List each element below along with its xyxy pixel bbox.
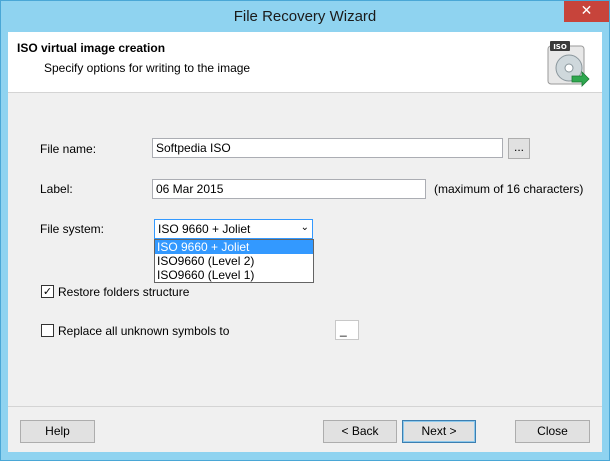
chevron-down-icon[interactable]: ⌄ xyxy=(301,222,309,233)
label-label: Label: xyxy=(40,182,73,196)
iso-icon-label: ISO xyxy=(553,43,567,51)
file-system-label: File system: xyxy=(40,222,105,236)
file-system-select[interactable]: ISO 9660 + Joliet ⌄ xyxy=(154,219,313,239)
replace-symbols-checkbox[interactable] xyxy=(41,324,54,337)
file-name-input[interactable]: Softpedia ISO xyxy=(152,138,503,158)
label-input[interactable]: 06 Mar 2015 xyxy=(152,179,426,199)
file-system-option[interactable]: ISO9660 (Level 2) xyxy=(155,254,313,268)
file-system-selected-value: ISO 9660 + Joliet xyxy=(158,222,251,236)
replace-symbols-label: Replace all unknown symbols to xyxy=(58,324,230,338)
file-name-label: File name: xyxy=(40,142,97,156)
file-system-option[interactable]: ISO 9660 + Joliet xyxy=(155,240,313,254)
window-title: File Recovery Wizard xyxy=(233,8,377,25)
close-button[interactable]: Close xyxy=(515,420,590,443)
page-title: ISO virtual image creation xyxy=(17,41,166,55)
file-system-dropdown: ISO 9660 + Joliet ISO9660 (Level 2) ISO9… xyxy=(154,239,314,283)
window-close-icon[interactable]: ✕ xyxy=(564,1,609,22)
back-button[interactable]: < Back xyxy=(323,420,397,443)
wizard-body: ISO virtual image creation Specify optio… xyxy=(8,32,602,452)
wizard-header: ISO virtual image creation Specify optio… xyxy=(8,32,602,93)
title-bar[interactable]: File Recovery Wizard ✕ xyxy=(1,1,609,32)
label-hint: (maximum of 16 characters) xyxy=(434,182,584,196)
wizard-window: File Recovery Wizard ✕ ISO virtual image… xyxy=(0,0,610,461)
footer-separator xyxy=(8,406,602,407)
next-button[interactable]: Next > xyxy=(402,420,476,443)
browse-button[interactable]: ... xyxy=(508,138,530,159)
file-system-option[interactable]: ISO9660 (Level 1) xyxy=(155,268,313,282)
restore-folders-checkbox[interactable]: ✓ xyxy=(41,285,54,298)
help-button[interactable]: Help xyxy=(20,420,95,443)
restore-folders-label: Restore folders structure xyxy=(58,285,190,299)
iso-disc-icon: ISO xyxy=(547,41,590,87)
page-subtitle: Specify options for writing to the image xyxy=(44,61,251,75)
replace-symbol-input[interactable]: _ xyxy=(335,320,359,340)
